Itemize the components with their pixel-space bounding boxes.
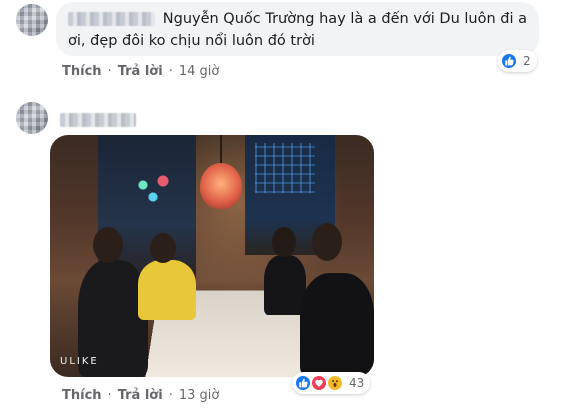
timestamp[interactable]: 13 giờ: [179, 388, 220, 403]
comment-1: Nguyễn Quốc Trường hay là a đến với Du l…: [0, 0, 570, 92]
separator-dot: ·: [107, 64, 112, 79]
wow-icon: [326, 374, 344, 392]
like-link[interactable]: Thích: [62, 388, 102, 403]
like-icon: [500, 52, 518, 70]
comment-2: ULIKE 43 Thích · Trả lời · 13 giờ: [0, 92, 570, 412]
photo-person-head: [93, 227, 123, 263]
comment-actions: Thích · Trả lời · 13 giờ: [62, 388, 219, 403]
commenter-avatar[interactable]: [16, 4, 48, 36]
photo-person-head: [150, 233, 176, 263]
commenter-avatar[interactable]: [16, 102, 48, 134]
reply-link[interactable]: Trả lời: [118, 388, 163, 403]
reaction-summary[interactable]: 43: [292, 372, 371, 394]
like-link[interactable]: Thích: [62, 64, 102, 79]
timestamp[interactable]: 14 giờ: [179, 64, 220, 79]
comment-text-line-1: Nguyễn Quốc Trường hay là a đến với Du l…: [162, 11, 527, 27]
separator-dot: ·: [168, 388, 173, 403]
separator-dot: ·: [107, 388, 112, 403]
reaction-summary[interactable]: 2: [498, 50, 537, 72]
comment-text-line-2: ơi, đẹp đôi ko chịu nổi luôn đó trời: [68, 33, 315, 49]
photo-person: [138, 260, 196, 320]
comment-bubble: Nguyễn Quốc Trường hay là a đến với Du l…: [56, 2, 539, 56]
reaction-count: 2: [523, 54, 531, 68]
reply-link[interactable]: Trả lời: [118, 64, 163, 79]
reaction-count: 43: [349, 376, 365, 390]
photo-watermark: ULIKE: [60, 356, 99, 367]
comment-actions: Thích · Trả lời · 14 giờ: [62, 64, 219, 79]
blurred-commenter-name[interactable]: [60, 113, 136, 127]
photo-person: [300, 273, 374, 377]
photo-person-head: [272, 227, 296, 257]
photo-person-head: [312, 223, 342, 261]
photo-pendant-lamp: [200, 135, 242, 209]
separator-dot: ·: [168, 64, 173, 79]
comment-photo[interactable]: ULIKE: [50, 135, 374, 377]
blurred-commenter-name[interactable]: [68, 12, 155, 26]
